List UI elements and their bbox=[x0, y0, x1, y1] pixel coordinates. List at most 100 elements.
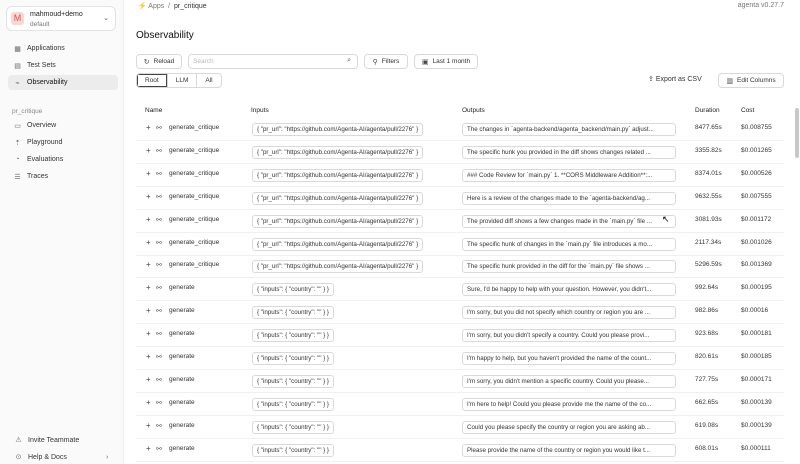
row-output: Here is a review of the changes made to … bbox=[462, 191, 676, 205]
expand-plus-icon[interactable]: + bbox=[146, 238, 151, 247]
expand-plus-icon[interactable]: + bbox=[146, 123, 151, 132]
table-row[interactable]: + ⚯ generate { "inputs": { "country": "" } … bbox=[136, 417, 784, 439]
filter-icon: ⚲ bbox=[372, 58, 378, 66]
row-cost: $0.008755 bbox=[741, 124, 772, 131]
sidebar-item-label: Observability bbox=[27, 79, 68, 86]
chart-icon: ⌁ bbox=[15, 79, 20, 87]
expand-plus-icon[interactable]: + bbox=[146, 146, 151, 155]
table-row[interactable]: + ⚯ generate { "inputs": { "country": "" } … bbox=[136, 440, 784, 462]
row-duration: 923.68s bbox=[695, 330, 719, 338]
sidebar-item-observability[interactable]: ⌁ Observability bbox=[8, 75, 118, 90]
search-icon[interactable]: ⌕ bbox=[347, 57, 351, 65]
sidebar-item-label: Overview bbox=[27, 122, 57, 129]
expand-plus-icon[interactable]: + bbox=[146, 192, 151, 201]
column-header-duration[interactable]: Duration bbox=[695, 107, 720, 114]
sidebar-item-applications[interactable]: ▦ Applications bbox=[8, 41, 118, 56]
export-label: Export as CSV bbox=[655, 76, 702, 83]
table-row[interactable]: + ⚯ generate { "inputs": { "country": "" } … bbox=[136, 348, 784, 370]
tree-node-icon: ⚯ bbox=[156, 216, 162, 224]
segment-root[interactable]: Root bbox=[137, 74, 168, 87]
row-name: generate bbox=[169, 284, 195, 292]
workspace-switcher[interactable]: M mahmoud+demo default ⌄ bbox=[6, 6, 116, 31]
segment-all[interactable]: All bbox=[197, 74, 220, 87]
tree-node-icon: ⚯ bbox=[156, 445, 162, 453]
row-output: ### Code Review for `main.py` 1. **CORS … bbox=[462, 168, 676, 182]
expand-plus-icon[interactable]: + bbox=[146, 352, 151, 361]
row-name: generate bbox=[169, 444, 195, 452]
row-output: Please provide the name of the country o… bbox=[462, 443, 676, 457]
export-csv-button[interactable]: ⇪ Export as CSV bbox=[648, 75, 702, 83]
table-row[interactable]: + ⚯ generate_critique { "pr_url": "https://… bbox=[136, 234, 784, 256]
time-range-button[interactable]: ▣ Last 1 month bbox=[414, 54, 478, 69]
apps-icon: ⚡ bbox=[138, 3, 147, 10]
column-header-outputs[interactable]: Outputs bbox=[462, 107, 485, 114]
expand-plus-icon[interactable]: + bbox=[146, 444, 151, 453]
expand-plus-icon[interactable]: + bbox=[146, 283, 151, 292]
row-duration: 8374.01s bbox=[695, 169, 722, 177]
sidebar-item-evaluations[interactable]: ◔ Evaluations bbox=[8, 152, 118, 167]
table-row[interactable]: + ⚯ generate { "inputs": { "country": "" } … bbox=[136, 302, 784, 325]
grid-icon: ▦ bbox=[14, 45, 21, 53]
sidebar-item-traces[interactable]: ☰ Traces bbox=[8, 169, 118, 184]
expand-plus-icon[interactable]: + bbox=[146, 421, 151, 430]
expand-plus-icon[interactable]: + bbox=[146, 260, 151, 269]
scrollbar[interactable] bbox=[795, 108, 799, 158]
expand-plus-icon[interactable]: + bbox=[146, 306, 151, 315]
row-cost: $0.000171 bbox=[741, 375, 772, 383]
table-row[interactable]: + ⚯ generate_critique { "pr_url": "https://… bbox=[136, 142, 784, 164]
row-cost: $0.001369 bbox=[741, 261, 772, 269]
tree-node-icon: ⚯ bbox=[156, 125, 162, 132]
row-name: generate_critique bbox=[169, 124, 220, 131]
table-row[interactable]: + ⚯ generate_critique { "pr_url": "https://… bbox=[136, 211, 784, 233]
row-name: generate bbox=[169, 353, 195, 360]
filters-button[interactable]: ⚲ Filters bbox=[364, 54, 408, 69]
row-name: generate bbox=[169, 375, 195, 383]
segment-llm[interactable]: LLM bbox=[168, 74, 198, 87]
expand-plus-icon[interactable]: + bbox=[146, 329, 151, 338]
table-row[interactable]: + ⚯ generate_critique { "pr_url": "https://… bbox=[136, 165, 784, 187]
expand-plus-icon[interactable]: + bbox=[146, 215, 151, 224]
page-title: Observability bbox=[136, 30, 194, 41]
org-name: default bbox=[30, 21, 50, 28]
column-header-inputs[interactable]: Inputs bbox=[251, 107, 269, 114]
row-name: generate_critique bbox=[169, 261, 220, 269]
invite-teammate-link[interactable]: ⚠ Invite Teammate bbox=[14, 436, 79, 445]
sidebar-item-overview[interactable]: ▭ Overview bbox=[8, 118, 118, 133]
table-row[interactable]: + ⚯ generate_critique { "pr_url": "https://… bbox=[136, 256, 784, 279]
row-output: Could you please specify the country or … bbox=[462, 420, 676, 434]
column-header-name[interactable]: Name bbox=[145, 107, 162, 114]
row-name: generate_critique bbox=[169, 192, 220, 200]
expand-plus-icon[interactable]: + bbox=[146, 398, 151, 407]
table-row[interactable]: + ⚯ generate_critique { "pr_url": "https://… bbox=[136, 188, 784, 210]
row-cost: $0.00016 bbox=[741, 307, 769, 315]
export-icon: ⇪ bbox=[648, 76, 654, 83]
expand-plus-icon[interactable]: + bbox=[146, 169, 151, 178]
help-docs-link[interactable]: ⊙ Help & Docs › bbox=[14, 453, 114, 462]
row-input: { "inputs": { "country": "" } } bbox=[252, 352, 334, 365]
row-name: generate_critique bbox=[169, 169, 220, 177]
help-icon: ⊙ bbox=[15, 454, 22, 461]
breadcrumb-app[interactable]: pr_critique bbox=[174, 3, 207, 10]
row-name: generate bbox=[169, 330, 195, 338]
table-row[interactable]: + ⚯ generate { "inputs": { "country": "" } … bbox=[136, 394, 784, 416]
table-row[interactable]: + ⚯ generate_critique { "pr_url": "https://… bbox=[136, 119, 784, 141]
search-input[interactable] bbox=[189, 55, 339, 68]
breadcrumb-apps[interactable]: Apps bbox=[148, 3, 164, 10]
row-duration: 992.64s bbox=[695, 284, 719, 292]
row-duration: 982.86s bbox=[695, 307, 719, 315]
expand-plus-icon[interactable]: + bbox=[146, 375, 151, 384]
table-row[interactable]: + ⚯ generate { "inputs": { "country": "" } … bbox=[136, 325, 784, 348]
sidebar-item-label: Test Sets bbox=[27, 62, 56, 69]
help-label: Help & Docs bbox=[28, 453, 67, 461]
edit-columns-button[interactable]: ▥ Edit Columns bbox=[718, 73, 784, 88]
table-row[interactable]: + ⚯ generate { "inputs": { "country": "" } … bbox=[136, 371, 784, 393]
reload-button[interactable]: ↻ Reload bbox=[136, 54, 182, 69]
sidebar-item-test-sets[interactable]: ▤ Test Sets bbox=[8, 58, 118, 73]
table-row[interactable]: + ⚯ generate { "inputs": { "country": "" } … bbox=[136, 279, 784, 302]
list-icon: ☰ bbox=[14, 173, 21, 181]
sidebar-item-playground[interactable]: ⇡ Playground bbox=[8, 135, 118, 150]
row-duration: 2117.34s bbox=[695, 238, 722, 246]
column-header-cost[interactable]: Cost bbox=[741, 107, 754, 114]
row-cost: $0.001265 bbox=[741, 146, 772, 154]
row-input: { "inputs": { "country": "" } } bbox=[252, 420, 334, 434]
